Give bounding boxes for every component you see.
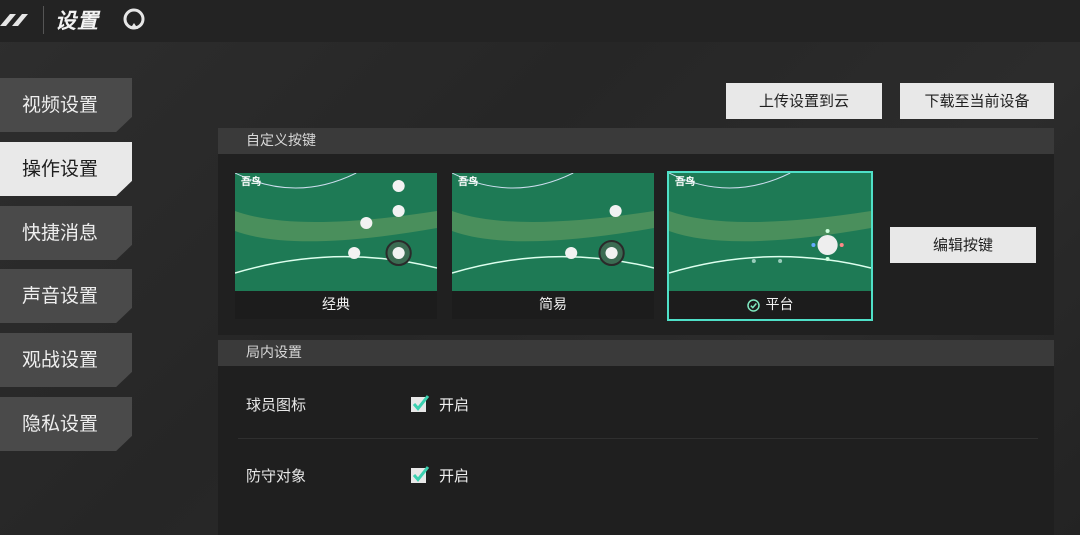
court-thumbnail: 吾鸟 — [235, 173, 437, 291]
sidebar-item-label: 快捷消息 — [22, 222, 99, 244]
header-divider — [43, 6, 44, 34]
layout-card-simple[interactable]: 吾鸟 简易 — [452, 173, 654, 319]
setting-row-player-icon: 球员图标 开启 — [218, 374, 1054, 434]
setting-label: 防守对象 — [246, 467, 307, 485]
setting-value: 开启 — [439, 396, 470, 414]
slash-logo-icon — [0, 14, 28, 26]
sidebar-item-spectate[interactable]: 观战设置 — [0, 333, 132, 387]
page-title: 设置 — [55, 9, 99, 33]
setting-row-defense-target: 防守对象 开启 — [218, 445, 1054, 505]
svg-text:吾鸟: 吾鸟 — [675, 175, 695, 188]
sidebar-item-label: 隐私设置 — [22, 413, 99, 435]
top-bar: 设置 — [0, 0, 1080, 42]
download-to-device-button[interactable]: 下载至当前设备 — [900, 83, 1054, 119]
sidebar-item-quick-messages[interactable]: 快捷消息 — [0, 206, 132, 260]
sidebar-item-video[interactable]: 视频设置 — [0, 78, 132, 132]
layout-card-label: 经典 — [235, 291, 437, 319]
layout-card-label-row: 平台 — [669, 291, 871, 319]
custom-keys-header: 自定义按键 — [218, 128, 1054, 154]
svg-text:吾鸟: 吾鸟 — [241, 175, 261, 188]
sidebar-item-label: 声音设置 — [22, 285, 99, 307]
sidebar-item-label: 观战设置 — [22, 349, 99, 371]
checkbox[interactable] — [410, 394, 430, 414]
court-thumbnail: 吾鸟 — [669, 173, 871, 291]
upload-to-cloud-button[interactable]: 上传设置到云 — [726, 83, 882, 119]
layout-card-label: 简易 — [452, 291, 654, 319]
layout-card-platform[interactable]: 吾鸟 平台 — [667, 171, 873, 321]
court-thumbnail: 吾鸟 — [452, 173, 654, 291]
layout-card-label: 平台 — [765, 297, 794, 313]
sidebar-item-sound[interactable]: 声音设置 — [0, 269, 132, 323]
sidebar-item-label: 操作设置 — [22, 158, 99, 180]
row-divider — [238, 438, 1038, 439]
balloon-icon — [123, 8, 145, 30]
sidebar-item-privacy[interactable]: 隐私设置 — [0, 397, 132, 451]
setting-value: 开启 — [439, 467, 470, 485]
checkbox[interactable] — [410, 465, 430, 485]
svg-text:吾鸟: 吾鸟 — [458, 175, 478, 188]
edit-keys-button[interactable]: 编辑按键 — [890, 227, 1036, 263]
check-circle-icon — [746, 298, 760, 312]
layout-card-classic[interactable]: 吾鸟 经典 — [235, 173, 437, 319]
sidebar-item-controls[interactable]: 操作设置 — [0, 142, 132, 196]
setting-label: 球员图标 — [246, 396, 307, 414]
in-game-settings-header: 局内设置 — [218, 340, 1054, 366]
sidebar-item-label: 视频设置 — [22, 94, 99, 116]
